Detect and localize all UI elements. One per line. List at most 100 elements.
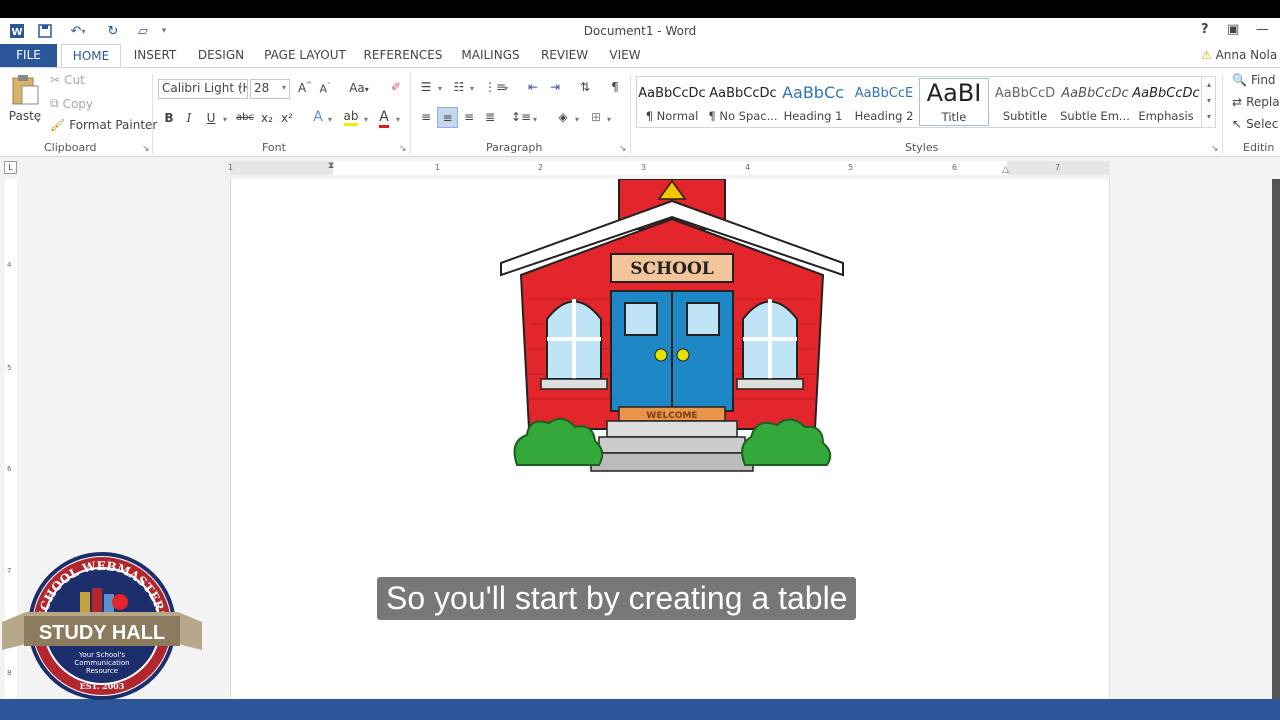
logo-est-text: EST. 2003	[80, 681, 125, 691]
italic-button[interactable]: I	[180, 111, 198, 125]
bullets-dropdown-icon[interactable]: ▾	[438, 84, 442, 93]
tab-page-layout[interactable]: PAGE LAYOUT	[263, 44, 347, 67]
multilevel-dropdown-icon[interactable]: ▾	[504, 84, 508, 93]
font-name-dropdown-icon[interactable]: ▾	[238, 83, 242, 92]
user-account[interactable]: ⚠ Anna Nola	[1201, 48, 1277, 62]
font-name-box[interactable]: Calibri Light (H	[158, 79, 248, 99]
tab-home[interactable]: HOME	[61, 44, 121, 68]
separator	[152, 74, 153, 154]
multilevel-list-icon[interactable]: ⋮≡	[484, 80, 506, 94]
style-subtitle[interactable]: AaBbCcD Subtitle	[990, 78, 1060, 126]
show-hide-button[interactable]: ¶	[606, 80, 624, 94]
paragraph-launcher-icon[interactable]: ↘	[619, 144, 627, 154]
school-sign-text: SCHOOL	[630, 259, 713, 279]
bold-button[interactable]: B	[160, 111, 178, 125]
text-effects-dropdown-icon[interactable]: ▾	[328, 115, 332, 124]
style-heading-1[interactable]: AaBbCc Heading 1	[778, 78, 848, 126]
clipboard-launcher-icon[interactable]: ↘	[142, 144, 150, 154]
find-button[interactable]: 🔍 Find	[1232, 73, 1276, 87]
tab-review[interactable]: REVIEW	[537, 44, 592, 67]
copy-label: Copy	[62, 96, 94, 111]
font-size-dropdown-icon[interactable]: ▾	[282, 83, 286, 92]
underline-button[interactable]: U	[202, 111, 220, 125]
align-right-icon[interactable]: ≡	[460, 110, 478, 124]
find-label: Find	[1250, 73, 1276, 87]
copy-icon: ⧉	[50, 96, 59, 110]
font-color-icon[interactable]: A	[375, 109, 393, 128]
numbering-icon[interactable]: ☷	[450, 80, 468, 94]
line-spacing-icon[interactable]: ↕≡	[511, 110, 531, 124]
cut-button[interactable]: ✂ Cut	[50, 73, 85, 87]
superscript-button[interactable]: x²	[278, 111, 296, 125]
change-case-button[interactable]: Aa▾	[345, 81, 373, 95]
video-caption: So you'll start by creating a table	[377, 577, 857, 620]
justify-icon[interactable]: ≣	[481, 110, 499, 124]
styles-launcher-icon[interactable]: ↘	[1211, 144, 1219, 154]
highlight-icon[interactable]: ab	[342, 109, 360, 126]
ruler-mark: 4	[745, 163, 751, 172]
format-painter-button[interactable]: 🖌 Format Painter	[50, 118, 157, 132]
select-button[interactable]: ↖ Selec	[1232, 117, 1278, 131]
align-center-icon[interactable]: ≡	[437, 107, 458, 128]
shading-icon[interactable]: ◈	[554, 110, 572, 124]
style-normal[interactable]: AaBbCcDc ¶ Normal	[637, 78, 707, 126]
strikethrough-button[interactable]: abc	[234, 112, 256, 123]
decrease-indent-icon[interactable]: ⇤	[524, 80, 542, 94]
format-painter-icon: 🖌	[50, 118, 66, 132]
indent-marker-icon[interactable]: ⧗	[328, 161, 334, 171]
align-left-icon[interactable]: ≡	[417, 110, 435, 124]
vertical-scrollbar[interactable]	[1272, 179, 1280, 699]
tab-view[interactable]: VIEW	[606, 44, 644, 67]
increase-indent-icon[interactable]: ⇥	[546, 80, 564, 94]
shrink-font-icon[interactable]: Aˇ	[316, 82, 334, 96]
line-spacing-dropdown-icon[interactable]: ▾	[533, 115, 537, 124]
tab-selector[interactable]: L	[4, 161, 17, 174]
right-indent-icon[interactable]: △	[1002, 165, 1009, 175]
document-page[interactable]: SCHOOL WELCOME	[230, 179, 1110, 699]
logo-tagline-line3: Resource	[86, 667, 118, 675]
numbering-dropdown-icon[interactable]: ▾	[470, 84, 474, 93]
format-painter-label: Format Painter	[69, 118, 158, 132]
style-subtle-emphasis[interactable]: AaBbCcDc Subtle Em...	[1060, 78, 1130, 126]
sort-icon[interactable]: ⇅	[576, 80, 594, 94]
borders-dropdown-icon[interactable]: ▾	[607, 115, 611, 124]
replace-button[interactable]: ⇄ Repla	[1232, 95, 1280, 109]
style-name: Subtle Em...	[1060, 109, 1130, 123]
horizontal-ruler[interactable]: 1 1 2 3 4 5 6 7 ⧗ △	[228, 161, 1110, 175]
style-name: Heading 1	[783, 109, 843, 123]
styles-scroll[interactable]: ▴ ▾ ▾	[1201, 77, 1216, 127]
ruler-bar: L 1 1 2 3 4 5 6 7 ⧗ △	[0, 157, 1280, 179]
schoolhouse-image[interactable]: SCHOOL WELCOME	[499, 179, 845, 479]
subscript-button[interactable]: x₂	[258, 111, 276, 125]
highlight-dropdown-icon[interactable]: ▾	[364, 115, 368, 124]
underline-dropdown-icon[interactable]: ▾	[223, 115, 227, 124]
tab-design[interactable]: DESIGN	[194, 44, 248, 67]
window-title: Document1 - Word	[583, 24, 697, 38]
bullets-icon[interactable]: ☰	[417, 80, 435, 94]
minimize-button[interactable]: —	[1256, 22, 1269, 37]
ruler-margin-left	[230, 161, 333, 175]
font-launcher-icon[interactable]: ↘	[399, 144, 407, 154]
tab-references[interactable]: REFERENCES	[362, 44, 444, 67]
style-heading-2[interactable]: AaBbCcE Heading 2	[849, 78, 919, 126]
ribbon-display-options-button[interactable]: ▣	[1227, 22, 1239, 37]
style-title[interactable]: AaBI Title	[919, 78, 989, 126]
grow-font-icon[interactable]: A^	[296, 81, 314, 95]
style-emphasis[interactable]: AaBbCcDc Emphasis	[1131, 78, 1201, 126]
style-name: Heading 2	[854, 109, 914, 123]
shading-dropdown-icon[interactable]: ▾	[575, 115, 579, 124]
tab-file[interactable]: FILE	[0, 44, 57, 67]
ruler-mark: 1	[435, 163, 441, 172]
tab-insert[interactable]: INSERT	[131, 44, 179, 67]
font-size-value: 28	[254, 81, 270, 95]
text-effects-icon[interactable]: A	[309, 109, 327, 125]
clear-formatting-icon[interactable]: ✐	[387, 80, 405, 94]
paste-dropdown-icon[interactable]: ▾	[36, 116, 40, 125]
ribbon-tabs: FILE HOME INSERT DESIGN PAGE LAYOUT REFE…	[0, 44, 1280, 68]
copy-button[interactable]: ⧉ Copy	[50, 96, 93, 111]
tab-mailings[interactable]: MAILINGS	[459, 44, 522, 67]
font-color-dropdown-icon[interactable]: ▾	[396, 115, 400, 124]
borders-icon[interactable]: ⊞	[587, 110, 605, 124]
style-no-spacing[interactable]: AaBbCcDc ¶ No Spac...	[708, 78, 778, 126]
help-button[interactable]: ?	[1201, 22, 1209, 37]
